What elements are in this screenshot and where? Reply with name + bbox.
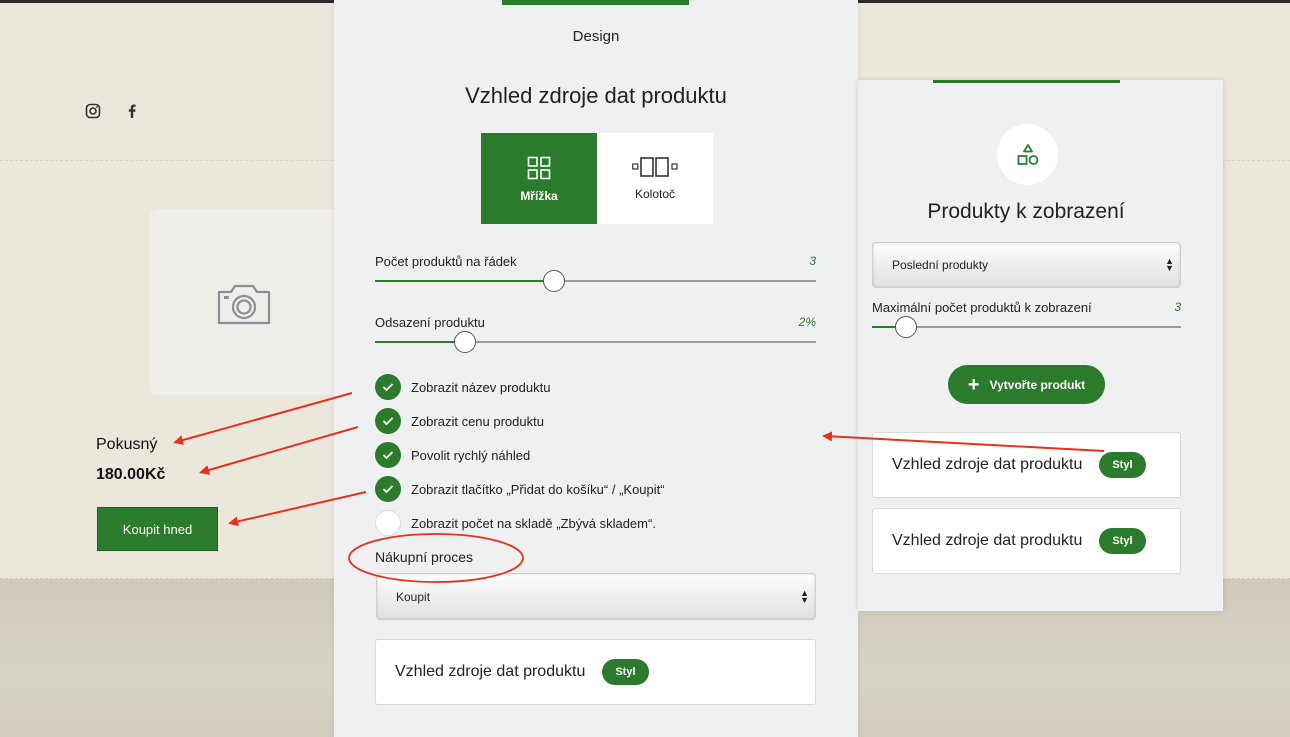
- check-icon: [382, 417, 394, 426]
- style-button[interactable]: Styl: [1099, 528, 1146, 554]
- select-arrows-icon: ▲ ▼: [800, 587, 809, 605]
- checkbox-label: Zobrazit název produktu: [411, 379, 551, 395]
- slider-label: Počet produktů na řádek: [375, 254, 517, 269]
- slider-track[interactable]: [872, 316, 1181, 338]
- slider-value: 3: [1174, 300, 1181, 314]
- product-source-select[interactable]: Poslední produkty ▲ ▼: [872, 242, 1181, 288]
- checkbox-checked[interactable]: [375, 476, 401, 502]
- checkbox-stock-count[interactable]: Zobrazit počet na skladě „Zbývá skladem“…: [375, 510, 656, 536]
- create-product-label: Vytvořte produkt: [989, 377, 1086, 392]
- checkbox-checked[interactable]: [375, 408, 401, 434]
- slider-track[interactable]: [375, 270, 816, 292]
- slider-fill: [375, 280, 554, 282]
- check-icon: [382, 451, 394, 460]
- slider-value: 2%: [798, 315, 816, 329]
- style-card-label: Vzhled zdroje dat produktu: [395, 663, 586, 680]
- checkbox-show-name[interactable]: Zobrazit název produktu: [375, 374, 550, 400]
- slider-value: 3: [809, 254, 816, 268]
- tab-design[interactable]: Design: [334, 28, 858, 45]
- facebook-icon[interactable]: [124, 103, 140, 119]
- style-card: Vzhled zdroje dat produktu Styl: [375, 639, 816, 705]
- slider-fill: [375, 341, 466, 343]
- layout-option-label: Mřížka: [520, 189, 558, 203]
- style-button[interactable]: Styl: [1099, 452, 1146, 478]
- style-card: Vzhled zdroje dat produktu Styl: [872, 432, 1181, 498]
- purchase-process-label: Nákupní proces: [375, 549, 474, 565]
- check-icon: [382, 383, 394, 392]
- design-panel: Design Vzhled zdroje dat produktu Mřížka…: [334, 0, 858, 737]
- grid-icon: [527, 156, 551, 180]
- style-button[interactable]: Styl: [602, 659, 649, 685]
- product-price: 180.00Kč: [96, 466, 166, 483]
- checkbox-label: Zobrazit cenu produktu: [411, 413, 544, 429]
- checkbox-checked[interactable]: [375, 374, 401, 400]
- layout-option-label: Kolotoč: [634, 187, 676, 201]
- tab-indicator: [502, 0, 689, 5]
- purchase-process-select[interactable]: Koupit ▲ ▼: [376, 573, 816, 620]
- style-card-label: Vzhled zdroje dat produktu: [892, 532, 1083, 549]
- style-card: Vzhled zdroje dat produktu Styl: [872, 508, 1181, 574]
- slider-label: Odsazení produktu: [375, 315, 485, 330]
- select-arrows-icon: ▲ ▼: [1165, 256, 1174, 273]
- slider-thumb[interactable]: [454, 331, 477, 353]
- checkbox-label: Povolit rychlý náhled: [411, 447, 531, 463]
- slider-label: Maximální počet produktů k zobrazení: [872, 300, 1092, 315]
- checkbox-add-to-cart-button[interactable]: Zobrazit tlačítko „Přidat do košíku“ / „…: [375, 476, 665, 502]
- slider-thumb[interactable]: [894, 316, 917, 338]
- carousel-icon: [632, 157, 678, 177]
- checkbox-checked[interactable]: [375, 442, 401, 468]
- panel-title: Vzhled zdroje dat produktu: [465, 83, 727, 108]
- checkbox-label: Zobrazit počet na skladě „Zbývá skladem“…: [411, 515, 656, 531]
- checkbox-unchecked[interactable]: [375, 510, 401, 536]
- checkbox-show-price[interactable]: Zobrazit cenu produktu: [375, 408, 544, 434]
- layout-option-carousel[interactable]: Kolotoč: [597, 133, 713, 224]
- select-value: Poslední produkty: [892, 258, 989, 272]
- layout-option-grid[interactable]: Mřížka: [481, 133, 597, 224]
- checkbox-label: Zobrazit tlačítko „Přidat do košíku“ / „…: [411, 481, 665, 497]
- products-panel: Produkty k zobrazení Poslední produkty ▲…: [858, 80, 1223, 611]
- style-card-label: Vzhled zdroje dat produktu: [892, 456, 1083, 473]
- panel-title: Produkty k zobrazení: [927, 200, 1125, 223]
- buy-now-button[interactable]: Koupit hned: [97, 507, 218, 551]
- slider-thumb[interactable]: [542, 270, 565, 292]
- checkbox-quick-view[interactable]: Povolit rychlý náhled: [375, 442, 530, 468]
- product-image-placeholder: [150, 209, 340, 395]
- check-icon: [382, 485, 394, 494]
- camera-icon: [217, 284, 271, 325]
- instagram-icon[interactable]: [85, 103, 101, 119]
- shapes-icon: [1017, 143, 1038, 165]
- plus-icon: +: [967, 373, 980, 396]
- tab-indicator: [933, 80, 1120, 83]
- products-icon-badge: [997, 124, 1058, 185]
- select-value: Koupit: [396, 589, 431, 604]
- product-name: Pokusný: [96, 436, 158, 453]
- slider-track[interactable]: [375, 331, 816, 353]
- create-product-button[interactable]: + Vytvořte produkt: [948, 365, 1105, 404]
